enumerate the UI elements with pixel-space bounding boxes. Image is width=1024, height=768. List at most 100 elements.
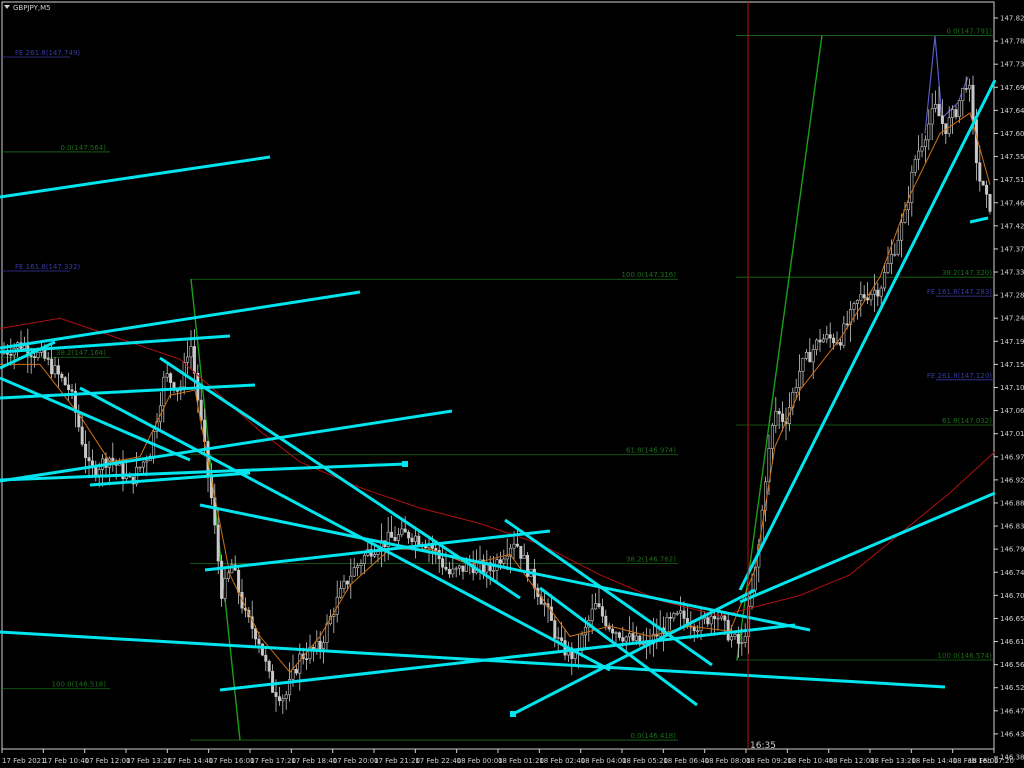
trendline[interactable] <box>234 470 251 476</box>
candle-body <box>257 638 261 645</box>
candle-body <box>872 289 876 295</box>
candle-body <box>410 537 414 542</box>
candle-body <box>454 567 458 570</box>
candle-body <box>441 558 445 568</box>
candle-body <box>634 635 638 641</box>
candle-body <box>889 253 893 264</box>
price-tick-label: 147.150 <box>1000 361 1024 369</box>
candle-body <box>284 694 288 699</box>
fib-retracement-level-label: 0.0(147.791) <box>946 27 992 35</box>
candle-body <box>798 371 802 388</box>
candle-body <box>417 535 421 545</box>
price-tick-label: 147.825 <box>1000 15 1024 23</box>
candle-body <box>706 617 710 625</box>
price-tick-label: 147.105 <box>1000 384 1024 392</box>
candle-body <box>675 612 679 615</box>
candle-body <box>947 117 951 134</box>
time-tick-label: 18 Feb 02:40 <box>539 757 585 765</box>
candle-body <box>988 193 992 212</box>
candle-body <box>56 365 60 375</box>
candle-body <box>281 698 285 702</box>
trendline-handle[interactable] <box>402 461 408 467</box>
candle-body <box>832 337 836 344</box>
candle-body <box>781 413 785 422</box>
price-tick-label: 146.520 <box>1000 684 1024 692</box>
candle-body <box>692 626 696 632</box>
candle-body <box>502 558 506 564</box>
candle-body <box>597 603 601 607</box>
candle-body <box>141 461 145 468</box>
candle-body <box>733 633 737 637</box>
candle-body <box>315 640 319 650</box>
time-tick-label: 17 Feb 14:40 <box>167 757 213 765</box>
candle-body <box>390 531 394 538</box>
candle-body <box>937 104 941 117</box>
time-tick-label: 18 Feb 06:40 <box>663 757 709 765</box>
candle-body <box>169 373 173 383</box>
price-tick-label: 147.375 <box>1000 245 1024 253</box>
candle-body <box>876 289 880 297</box>
price-tick-label: 146.835 <box>1000 523 1024 531</box>
candle-body <box>971 84 975 120</box>
candle-body <box>70 389 74 392</box>
candle-body <box>267 660 271 672</box>
candle-body <box>492 570 496 572</box>
candle-body <box>631 633 635 641</box>
candle-body <box>617 632 621 638</box>
fib-left-level-label: 0.0(147.564) <box>60 144 106 152</box>
candle-body <box>604 615 608 627</box>
price-tick-label: 146.700 <box>1000 592 1024 600</box>
price-chart[interactable]: 100.0(147.316) 61.8(146.974) 38.2(146.762)… <box>0 0 1024 768</box>
candle-body <box>189 346 193 358</box>
candle-body <box>815 339 819 350</box>
candle-body <box>138 466 142 469</box>
trendline-handle[interactable] <box>510 711 516 717</box>
candle-body <box>906 202 910 211</box>
candle-body <box>774 411 778 426</box>
candle-body <box>345 580 349 585</box>
fib-expansion-level-label: FE 261.8(147.120) <box>927 372 992 380</box>
candle-body <box>828 334 832 339</box>
candle-body <box>954 109 958 118</box>
candle-body <box>985 184 989 195</box>
candle-body <box>862 294 866 299</box>
candle-body <box>801 357 805 372</box>
price-tick-label: 147.510 <box>1000 176 1024 184</box>
candle-body <box>886 263 890 273</box>
candle-body <box>277 696 281 702</box>
candle-body <box>974 119 978 164</box>
candle-body <box>271 670 275 693</box>
candle-body <box>628 633 632 638</box>
time-tick-label: 17 Feb 12:00 <box>85 757 131 765</box>
price-tick-label: 146.610 <box>1000 638 1024 646</box>
candle-body <box>682 610 686 619</box>
candle-body <box>900 222 904 241</box>
candle-body <box>60 373 64 378</box>
price-tick-label: 147.195 <box>1000 338 1024 346</box>
candle-body <box>968 84 972 90</box>
candle-body <box>311 647 315 650</box>
candle-body <box>668 617 672 619</box>
candle-body <box>736 633 740 644</box>
candle-body <box>43 349 47 359</box>
price-tick-label: 147.015 <box>1000 430 1024 438</box>
candle-body <box>964 88 968 90</box>
price-tick-label: 147.465 <box>1000 199 1024 207</box>
candle-body <box>519 545 523 559</box>
fib-retracement-level-label: 100.0(147.316) <box>622 271 677 279</box>
candle-body <box>403 528 407 533</box>
candle-body <box>923 139 927 148</box>
time-tick-label: 18 Feb 14:40 <box>911 757 957 765</box>
time-tick-label: 17 Feb 22:40 <box>415 757 461 765</box>
time-tick-label: 18 Feb 05:20 <box>622 757 668 765</box>
price-tick-label: 147.420 <box>1000 222 1024 230</box>
price-tick-label: 146.970 <box>1000 453 1024 461</box>
candle-body <box>913 158 917 173</box>
candle-body <box>719 615 723 619</box>
candle-body <box>192 346 196 374</box>
time-tick-label: 18 Feb 01:20 <box>498 757 544 765</box>
candle-body <box>879 287 883 297</box>
time-tick-label: 18 Feb 13:20 <box>870 757 916 765</box>
candle-body <box>318 640 322 649</box>
candle-body <box>672 613 676 619</box>
